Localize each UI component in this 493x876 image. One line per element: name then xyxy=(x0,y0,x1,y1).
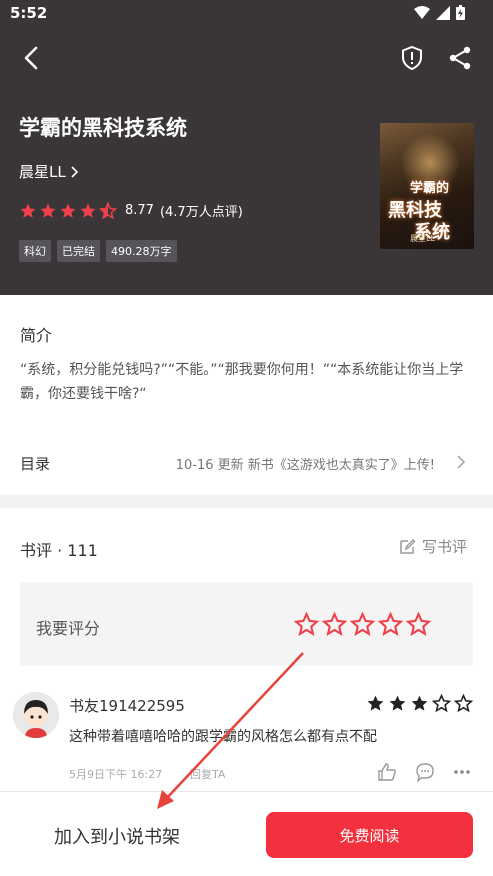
toc-row[interactable]: 目录 10-16 更新 新书《这游戏也太真实了》上传! xyxy=(0,445,493,481)
rate-star-icon[interactable] xyxy=(378,612,403,637)
toc-latest-chapter: 10-16 更新 新书《这游戏也太真实了》上传! xyxy=(175,458,435,473)
book-cover: 学霸的 黑科技 系统 晨星LL xyxy=(380,123,474,249)
status-bar: 5:52 xyxy=(0,0,493,28)
toc-label: 目录 xyxy=(20,455,51,473)
book-header: 5:52 学霸的黑科技系统 晨星LL 8.77 (4.7万人点评) 科幻 已完结… xyxy=(0,0,493,295)
book-tags: 科幻 已完结 490.28万字 xyxy=(19,240,177,262)
edit-icon xyxy=(400,538,416,554)
rating-score: 8.77 xyxy=(125,203,154,218)
rating-stars xyxy=(19,201,117,220)
star-icon xyxy=(411,695,428,711)
reviewer-name[interactable]: 书友191422595 xyxy=(69,695,185,716)
chevron-right-icon xyxy=(457,455,466,469)
star-icon xyxy=(432,694,451,713)
write-review-button[interactable]: 写书评 xyxy=(398,536,467,557)
rate-star-icon[interactable] xyxy=(322,612,347,637)
cover-title-line1: 学霸的 xyxy=(410,181,450,196)
review-text[interactable]: 这种带着嘻嘻哈哈的跟学霸的风格怎么都有点不配 xyxy=(69,726,377,746)
signal-icon xyxy=(436,5,450,20)
wifi-icon xyxy=(414,5,430,19)
intro-text[interactable]: “系统，积分能兑钱吗?”“不能。”“那我要你何用！”“本系统能让你当上学霸，你还… xyxy=(20,358,475,406)
share-icon xyxy=(449,46,471,70)
tag-wordcount: 490.28万字 xyxy=(106,240,177,262)
review-item: 书友191422595 这种带着嘻嘻哈哈的跟学霸的风格怎么都有点不配 5月9日下… xyxy=(0,688,493,791)
rate-box: 我要评分 xyxy=(20,582,473,666)
comment-icon[interactable] xyxy=(415,762,435,782)
status-icons xyxy=(414,5,465,20)
star-icon xyxy=(80,203,96,218)
chevron-right-icon xyxy=(71,165,78,178)
rate-label: 我要评分 xyxy=(36,619,101,638)
status-time: 5:52 xyxy=(10,4,48,22)
review-date: 5月9日下午 16:27 xyxy=(69,768,163,781)
star-icon xyxy=(60,203,76,218)
author-name: 晨星LL xyxy=(19,163,66,181)
like-icon[interactable] xyxy=(377,762,397,782)
rate-star-icon[interactable] xyxy=(294,612,319,637)
add-to-shelf-button[interactable]: 加入到小说书架 xyxy=(54,823,180,849)
star-icon xyxy=(40,203,56,218)
share-button[interactable] xyxy=(446,44,474,72)
free-read-button[interactable]: 免费阅读 xyxy=(266,812,473,858)
star-icon xyxy=(454,694,473,713)
shield-icon xyxy=(402,45,422,71)
review-stars xyxy=(366,694,473,713)
star-icon xyxy=(367,695,384,711)
intro-section: 简介 “系统，积分能兑钱吗?”“不能。”“那我要你何用！”“本系统能让你当上学霸… xyxy=(0,295,493,495)
rating-row: 8.77 (4.7万人点评) xyxy=(19,201,243,220)
back-arrow-icon xyxy=(24,46,38,70)
reviews-section: 书评 · 111 写书评 我要评分 书友191422595 这种带着嘻嘻哈哈的跟… xyxy=(0,508,493,791)
rating-count: (4.7万人点评) xyxy=(159,205,243,220)
tag-status: 已完结 xyxy=(57,240,100,262)
review-actions xyxy=(377,762,471,782)
avatar[interactable] xyxy=(13,692,59,738)
report-button[interactable] xyxy=(398,44,426,72)
cover-title-line2: 黑科技 xyxy=(388,200,442,221)
rate-star-icon[interactable] xyxy=(350,612,375,637)
reply-link[interactable]: 回复TA xyxy=(190,766,225,782)
tag-genre[interactable]: 科幻 xyxy=(19,240,51,262)
avatar-icon xyxy=(13,692,59,738)
book-title: 学霸的黑科技系统 xyxy=(19,116,187,140)
write-review-label: 写书评 xyxy=(421,538,467,556)
cover-author: 晨星LL xyxy=(410,234,435,243)
battery-icon xyxy=(456,5,465,20)
reviews-heading: 书评 · 111 xyxy=(20,541,98,560)
intro-heading: 简介 xyxy=(20,326,53,345)
more-icon[interactable] xyxy=(453,762,471,782)
back-button[interactable] xyxy=(18,44,46,72)
author-link[interactable]: 晨星LL xyxy=(19,161,80,182)
rate-stars xyxy=(294,612,431,637)
star-icon xyxy=(99,201,117,219)
bottom-bar: 加入到小说书架 免费阅读 xyxy=(0,791,493,876)
star-icon xyxy=(389,695,406,711)
star-icon xyxy=(20,203,36,218)
rate-star-icon[interactable] xyxy=(406,612,431,637)
